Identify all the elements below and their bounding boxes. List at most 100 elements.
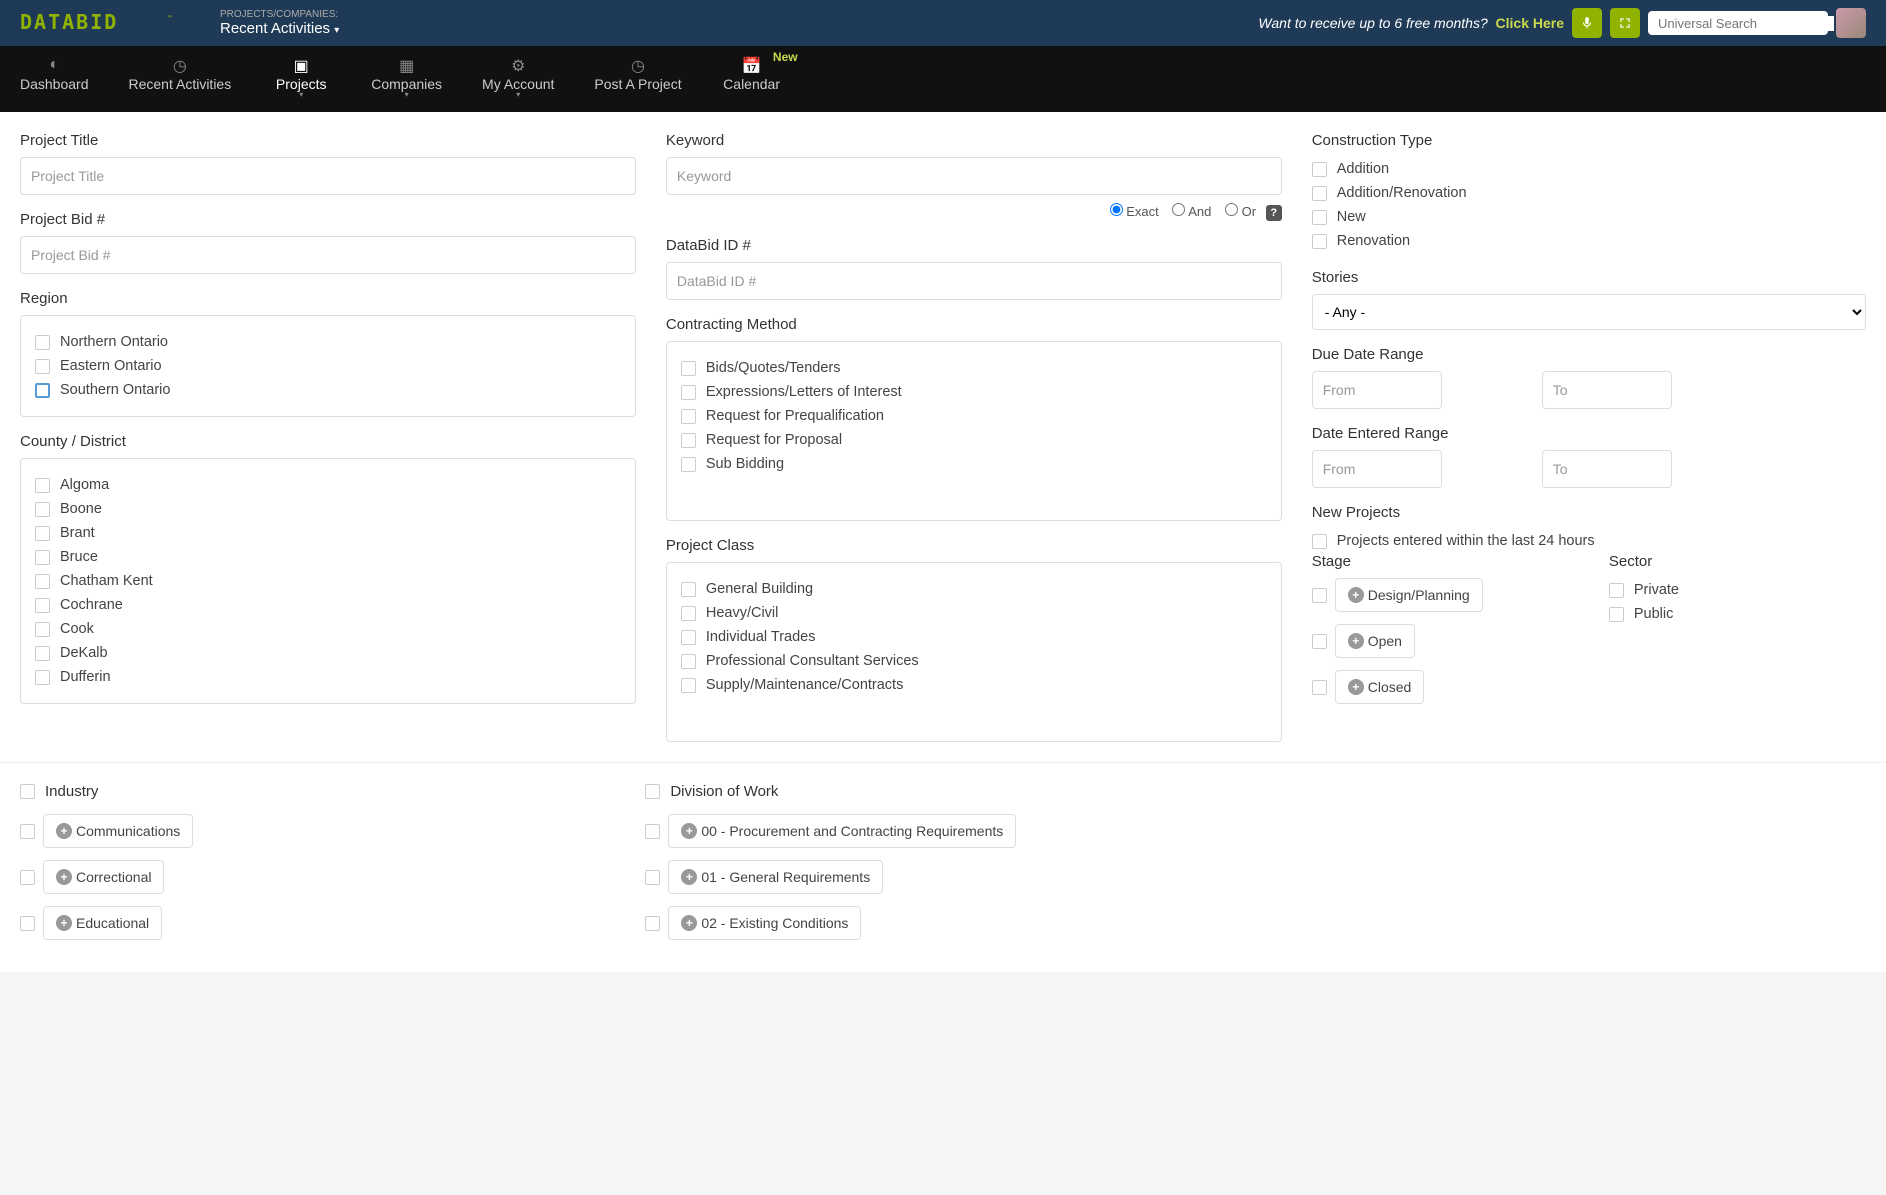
radio-or[interactable]: Or	[1225, 204, 1256, 219]
nav-projects[interactable]: ▣ Projects ▾	[251, 46, 351, 112]
class-checkbox[interactable]	[681, 654, 696, 669]
radio-and[interactable]: And	[1172, 204, 1211, 219]
stage-button[interactable]: +Open	[1335, 624, 1415, 658]
class-checkbox[interactable]	[681, 606, 696, 621]
help-icon[interactable]: ?	[1266, 205, 1282, 221]
division-checkbox[interactable]	[645, 916, 660, 931]
class-checkbox[interactable]	[681, 630, 696, 645]
class-item-label[interactable]: General Building	[706, 581, 813, 597]
nav-post[interactable]: ◷ Post A Project	[574, 46, 701, 112]
industry-checkbox[interactable]	[20, 916, 35, 931]
industry-button[interactable]: +Educational	[43, 906, 162, 940]
county-item-label[interactable]: Chatham Kent	[60, 573, 153, 589]
division-all-checkbox[interactable]	[645, 784, 660, 799]
county-checkbox[interactable]	[35, 526, 50, 541]
contracting-checkbox[interactable]	[681, 361, 696, 376]
county-item-label[interactable]: DeKalb	[60, 645, 108, 661]
contracting-item-label[interactable]: Expressions/Letters of Interest	[706, 384, 902, 400]
region-checkbox[interactable]	[35, 383, 50, 398]
nav-recent[interactable]: ◷ Recent Activities	[109, 46, 252, 112]
county-item-label[interactable]: Boone	[60, 501, 102, 517]
databid-input[interactable]	[666, 262, 1282, 300]
county-checkbox[interactable]	[35, 574, 50, 589]
contracting-checkbox[interactable]	[681, 433, 696, 448]
sector-checkbox[interactable]	[1609, 583, 1624, 598]
contracting-checkbox[interactable]	[681, 385, 696, 400]
industry-all-checkbox[interactable]	[20, 784, 35, 799]
ctype-checkbox[interactable]	[1312, 210, 1327, 225]
county-item-label[interactable]: Bruce	[60, 549, 98, 565]
ctype-item-label[interactable]: Renovation	[1337, 233, 1410, 249]
industry-checkbox[interactable]	[20, 870, 35, 885]
project-bid-input[interactable]	[20, 236, 636, 274]
county-checkbox[interactable]	[35, 478, 50, 493]
county-checkbox[interactable]	[35, 670, 50, 685]
region-checkbox[interactable]	[35, 335, 50, 350]
division-checkbox[interactable]	[645, 824, 660, 839]
class-item-label[interactable]: Supply/Maintenance/Contracts	[706, 677, 903, 693]
county-checkbox[interactable]	[35, 550, 50, 565]
stage-checkbox[interactable]	[1312, 588, 1327, 603]
nav-companies[interactable]: ▦ Companies ▾	[351, 46, 462, 112]
class-item-label[interactable]: Individual Trades	[706, 629, 816, 645]
stage-checkbox[interactable]	[1312, 680, 1327, 695]
ctype-checkbox[interactable]	[1312, 162, 1327, 177]
industry-checkbox[interactable]	[20, 824, 35, 839]
newproj-checkbox[interactable]	[1312, 534, 1327, 549]
county-checkbox[interactable]	[35, 622, 50, 637]
mic-button[interactable]	[1572, 8, 1602, 38]
newproj-item-label[interactable]: Projects entered within the last 24 hour…	[1337, 533, 1595, 549]
ctype-item-label[interactable]: Addition/Renovation	[1337, 185, 1467, 201]
fullscreen-button[interactable]	[1610, 8, 1640, 38]
county-item-label[interactable]: Cook	[60, 621, 94, 637]
project-title-input[interactable]	[20, 157, 636, 195]
region-item-label[interactable]: Southern Ontario	[60, 382, 170, 398]
promo-link[interactable]: Click Here	[1496, 15, 1564, 31]
class-checkbox[interactable]	[681, 582, 696, 597]
ctype-item-label[interactable]: Addition	[1337, 161, 1389, 177]
county-checkbox[interactable]	[35, 598, 50, 613]
stories-select[interactable]: - Any -	[1312, 294, 1866, 330]
contracting-item-label[interactable]: Sub Bidding	[706, 456, 784, 472]
division-checkbox[interactable]	[645, 870, 660, 885]
stage-checkbox[interactable]	[1312, 634, 1327, 649]
search-input[interactable]	[1658, 16, 1834, 31]
industry-button[interactable]: +Communications	[43, 814, 193, 848]
contracting-checkbox[interactable]	[681, 457, 696, 472]
class-item-label[interactable]: Professional Consultant Services	[706, 653, 919, 669]
county-item-label[interactable]: Algoma	[60, 477, 109, 493]
contracting-item-label[interactable]: Bids/Quotes/Tenders	[706, 360, 841, 376]
due-from-input[interactable]	[1312, 371, 1442, 409]
ctype-checkbox[interactable]	[1312, 234, 1327, 249]
sector-item-label[interactable]: Public	[1634, 606, 1674, 622]
radio-exact[interactable]: Exact	[1110, 204, 1159, 219]
division-button[interactable]: +02 - Existing Conditions	[668, 906, 861, 940]
county-checkbox[interactable]	[35, 502, 50, 517]
sector-item-label[interactable]: Private	[1634, 582, 1679, 598]
nav-calendar[interactable]: New 📅 Calendar	[702, 46, 802, 112]
nav-account[interactable]: ⚙ My Account ▾	[462, 46, 574, 112]
logo[interactable]: DATABID ™	[20, 12, 180, 34]
industry-button[interactable]: +Correctional	[43, 860, 164, 894]
county-checkbox[interactable]	[35, 646, 50, 661]
contracting-item-label[interactable]: Request for Proposal	[706, 432, 842, 448]
division-button[interactable]: +01 - General Requirements	[668, 860, 883, 894]
avatar[interactable]	[1836, 8, 1866, 38]
entered-to-input[interactable]	[1542, 450, 1672, 488]
county-item-label[interactable]: Dufferin	[60, 669, 111, 685]
contracting-item-label[interactable]: Request for Prequalification	[706, 408, 884, 424]
county-item-label[interactable]: Cochrane	[60, 597, 123, 613]
stage-button[interactable]: +Closed	[1335, 670, 1425, 704]
header-context[interactable]: PROJECTS/COMPANIES: Recent Activities ▾	[220, 9, 339, 37]
class-checkbox[interactable]	[681, 678, 696, 693]
nav-dashboard[interactable]: ◐ Dashboard	[0, 46, 109, 112]
region-item-label[interactable]: Eastern Ontario	[60, 358, 162, 374]
region-item-label[interactable]: Northern Ontario	[60, 334, 168, 350]
division-button[interactable]: +00 - Procurement and Contracting Requir…	[668, 814, 1016, 848]
region-checkbox[interactable]	[35, 359, 50, 374]
due-to-input[interactable]	[1542, 371, 1672, 409]
sector-checkbox[interactable]	[1609, 607, 1624, 622]
stage-button[interactable]: +Design/Planning	[1335, 578, 1483, 612]
ctype-checkbox[interactable]	[1312, 186, 1327, 201]
class-item-label[interactable]: Heavy/Civil	[706, 605, 779, 621]
